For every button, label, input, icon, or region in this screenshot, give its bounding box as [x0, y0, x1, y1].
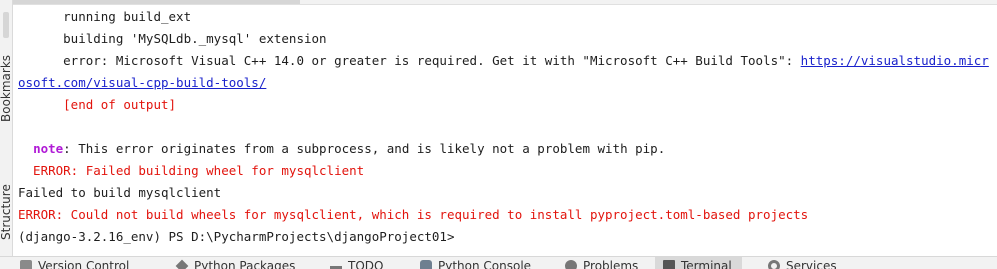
terminal-note-label: note [33, 141, 64, 156]
left-tool-strip: Bookmarks Structure [0, 0, 13, 256]
sidebar-tab-structure[interactable]: Structure [0, 178, 13, 246]
terminal-output[interactable]: running build_ext building 'MySQLdb._mys… [18, 6, 997, 256]
tab-terminal[interactable]: Terminal [655, 257, 742, 269]
top-scroll-strip [0, 0, 997, 5]
terminal-line: building 'MySQLdb._mysql' extension [18, 28, 327, 50]
sidebar-handle[interactable] [3, 12, 9, 38]
terminal-line: ERROR: Failed building wheel for mysqlcl… [18, 160, 364, 182]
terminal-line: error: Microsoft Visual C++ 14.0 or grea… [18, 50, 989, 72]
terminal-text: : This error originates from a subproces… [63, 141, 666, 156]
terminal-line: Failed to build mysqlclient [18, 182, 221, 204]
terminal-error-text: [end of output] [18, 97, 177, 112]
terminal-line: [end of output] [18, 94, 176, 116]
terminal-error-text: ERROR: Could not build wheels for mysqlc… [18, 207, 809, 222]
terminal-link[interactable]: osoft.com/visual-cpp-build-tools/ [18, 75, 266, 90]
terminal-text: error: Microsoft Visual C++ 14.0 or grea… [18, 53, 801, 68]
terminal-line: ERROR: Could not build wheels for mysqlc… [18, 204, 808, 226]
terminal-text: building 'MySQLdb._mysql' extension [18, 31, 327, 46]
terminal-line: (django-3.2.16_env) PS D:\PycharmProject… [18, 226, 455, 248]
terminal-link[interactable]: https://visualstudio.micr [801, 53, 989, 68]
terminal-line: note: This error originates from a subpr… [18, 138, 665, 160]
horizontal-scrollbar[interactable] [0, 0, 300, 4]
tool-window-bar: Version Control Python Packages TODO Pyt… [0, 256, 997, 269]
terminal-line: running build_ext [18, 6, 191, 28]
terminal-text: Failed to build mysqlclient [18, 185, 222, 200]
terminal-text: running build_ext [18, 9, 192, 24]
terminal-line: osoft.com/visual-cpp-build-tools/ [18, 72, 266, 94]
terminal-error-text: ERROR: Failed building wheel for mysqlcl… [18, 163, 365, 178]
terminal-text: (django-3.2.16_env) PS D:\PycharmProject… [18, 229, 455, 244]
sidebar-tab-bookmarks[interactable]: Bookmarks [0, 44, 13, 132]
